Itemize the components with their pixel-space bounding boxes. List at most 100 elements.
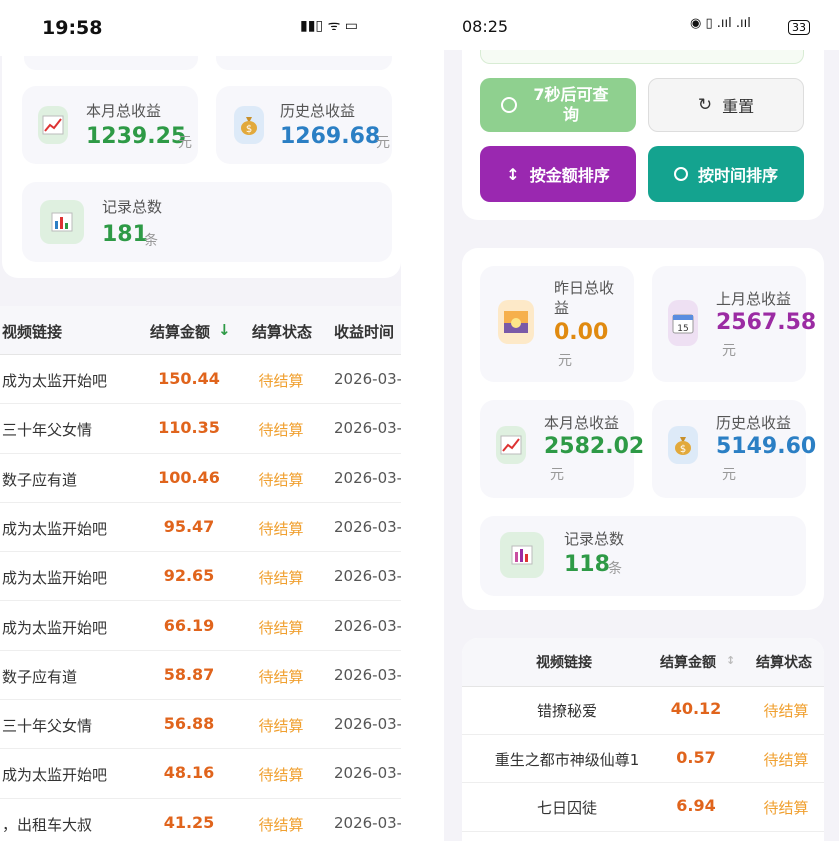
history-income-value: 5149.60 — [716, 434, 817, 459]
sort-time-label: 按时间排序 — [697, 166, 778, 185]
history-income-label: 历史总收益 — [716, 414, 792, 432]
record-count-label: 记录总数 — [564, 530, 625, 548]
time-cell: 2026-03- — [334, 370, 401, 388]
controls-card: 7秒后可查询 ↻ 重置 ↕ 按金额排序 按时间排序 — [462, 40, 824, 220]
month-income-value: 2582.02 — [544, 434, 645, 459]
video-link-cell[interactable]: 三十年父女情 — [2, 715, 92, 736]
stats-card: 昨日总收益 0.00 元 15 上月总收益 2567.58 元 本月总收益 25… — [462, 248, 824, 610]
status-time: 08:25 — [462, 17, 509, 36]
header-status[interactable]: 结算状态 — [756, 652, 812, 672]
last-month-income-unit: 元 — [722, 343, 736, 359]
sort-icon[interactable]: ↕ — [726, 654, 735, 667]
table-row[interactable]: 错撩秘爱 40.12 待结算 — [462, 686, 824, 735]
record-count-unit: 条 — [608, 561, 622, 577]
yesterday-income-unit: 元 — [558, 353, 572, 369]
query-countdown-button[interactable]: 7秒后可查询 — [480, 78, 636, 132]
money-bag-icon: $ — [234, 106, 264, 144]
table-row[interactable]: 三十年父女情 110.35 待结算 2026-03- — [0, 404, 401, 454]
sort-by-time-button[interactable]: 按时间排序 — [648, 146, 804, 202]
table-row[interactable]: 三十年父女情 56.88 待结算 2026-03- — [0, 700, 401, 750]
status-cell: 待结算 — [763, 750, 809, 769]
clock-icon — [673, 167, 688, 181]
header-amount[interactable]: 结算金额 — [150, 321, 210, 342]
record-count-value: 181 — [102, 222, 148, 247]
history-income-unit: 元 — [722, 467, 736, 483]
month-income-value: 1239.25 — [86, 124, 187, 149]
status-time: 19:58 — [42, 17, 103, 39]
yesterday-income-label: 昨日总收益 — [554, 279, 615, 317]
header-time[interactable]: 收益时间 — [334, 321, 394, 342]
month-income-tile: 本月总收益 2582.02 元 — [480, 400, 644, 498]
stats-card: 本月总收益 1239.25 元 $ 历史总收益 1269.68 元 记录总数 1… — [2, 40, 401, 278]
record-count-tile: 记录总数 181 条 — [22, 182, 392, 262]
last-month-income-label: 上月总收益 — [716, 290, 792, 308]
svg-text:$: $ — [680, 444, 686, 455]
calendar-icon: 15 — [668, 300, 698, 346]
header-video-link[interactable]: 视频链接 — [2, 321, 62, 342]
bar-chart-icon — [500, 532, 544, 578]
record-count-value: 118 — [564, 552, 610, 577]
money-bag-icon: $ — [668, 426, 698, 464]
time-cell: 2026-03- — [334, 419, 401, 438]
header-video-link[interactable]: 视频链接 — [536, 652, 592, 672]
status-cell: 待结算 — [763, 799, 809, 817]
month-income-label: 本月总收益 — [86, 102, 162, 120]
last-month-income-tile: 15 上月总收益 2567.58 元 — [652, 266, 816, 382]
left-phone-screen: 19:58 ▮▮▯ ᯤ ▭ 本月总收益 1239.25 元 $ 历史总收益 12… — [0, 0, 401, 841]
record-count-tile: 记录总数 118 条 — [480, 516, 806, 596]
earnings-table: 视频链接 结算金额 ↓ 结算状态 收益时间 成为太监开始吧 150.44 待结算 20… — [0, 306, 401, 841]
history-income-tile: $ 历史总收益 5149.60 元 — [652, 400, 816, 498]
battery-icon: 33 — [788, 20, 810, 35]
time-cell: 2026-03- — [334, 665, 401, 684]
trend-chart-icon — [38, 106, 68, 144]
time-cell: 2026-03- — [334, 715, 401, 734]
table-row[interactable]: 成为太监开始吧 95.47 待结算 2026-03- — [0, 503, 401, 553]
table-row[interactable]: 数子应有道 58.87 待结算 2026-03- — [0, 651, 401, 701]
trend-chart-icon — [496, 426, 526, 464]
time-cell: 2026-03- — [334, 468, 401, 487]
status-icons: ▮▮▯ ᯤ ▭ — [300, 18, 359, 34]
time-cell: 2026-03- — [334, 616, 401, 635]
record-count-label: 记录总数 — [102, 198, 163, 216]
video-link-cell[interactable]: 数子应有道 — [2, 469, 77, 490]
query-button-label: 7秒后可查询 — [533, 85, 609, 124]
header-status[interactable]: 结算状态 — [252, 321, 312, 342]
header-amount[interactable]: 结算金额 — [660, 652, 716, 672]
history-income-tile: $ 历史总收益 1269.68 元 — [216, 86, 392, 164]
table-header: 视频链接 结算金额 ↕ 结算状态 — [462, 638, 824, 686]
video-link-cell[interactable]: 数子应有道 — [2, 666, 77, 687]
time-cell: 2026-03- — [334, 517, 401, 536]
sort-by-amount-button[interactable]: ↕ 按金额排序 — [480, 146, 636, 202]
time-cell: 2026-03- — [334, 813, 401, 832]
table-row[interactable]: 成为太监开始吧 150.44 待结算 2026-03- — [0, 355, 401, 405]
month-income-label: 本月总收益 — [544, 414, 620, 432]
svg-text:$: $ — [246, 124, 252, 135]
video-link-cell[interactable]: ，出租车大叔 — [2, 814, 92, 835]
month-income-tile: 本月总收益 1239.25 元 — [22, 86, 198, 164]
table-row[interactable]: 成为太监开始吧 92.65 待结算 2026-03- — [0, 552, 401, 602]
table-row[interactable]: 七日囚徒 6.94 待结算 — [462, 783, 824, 832]
reset-button-label: 重置 — [722, 97, 755, 116]
table-header: 视频链接 结算金额 ↓ 结算状态 收益时间 — [0, 306, 401, 354]
sort-down-icon[interactable]: ↓ — [218, 321, 231, 339]
earnings-table: 视频链接 结算金额 ↕ 结算状态 错撩秘爱 40.12 待结算 重生之都市神级仙尊1 0… — [462, 638, 824, 841]
history-income-unit: 元 — [376, 135, 390, 151]
table-row[interactable]: 成为太监开始吧 66.19 待结算 2026-03- — [0, 602, 401, 651]
calendar-day: 15 — [677, 324, 688, 334]
sort-icon: ↕ — [506, 164, 520, 184]
table-row[interactable]: 重生之都市神级仙尊1 0.57 待结算 — [462, 735, 824, 783]
reset-button[interactable]: ↻ 重置 — [648, 78, 804, 132]
table-row[interactable]: 成为太监开始吧 48.16 待结算 2026-03- — [0, 749, 401, 799]
table-row[interactable]: 数子应有道 100.46 待结算 2026-03- — [0, 454, 401, 503]
history-income-label: 历史总收益 — [280, 102, 356, 120]
last-month-income-value: 2567.58 — [716, 310, 817, 335]
row-divider — [462, 830, 824, 832]
yesterday-income-value: 0.00 — [554, 320, 609, 345]
table-row[interactable]: ，出租车大叔 41.25 待结算 2026-03- — [0, 799, 401, 841]
status-bar: 19:58 ▮▮▯ ᯤ ▭ — [0, 0, 401, 56]
month-income-unit: 元 — [550, 467, 564, 483]
video-link-cell[interactable]: 三十年父女情 — [2, 419, 92, 440]
status-bar: 08:25 ◉ ▯ .ııl .ııl 33 — [444, 0, 839, 50]
reset-icon: ↻ — [697, 95, 713, 115]
sort-amount-label: 按金额排序 — [529, 166, 610, 185]
